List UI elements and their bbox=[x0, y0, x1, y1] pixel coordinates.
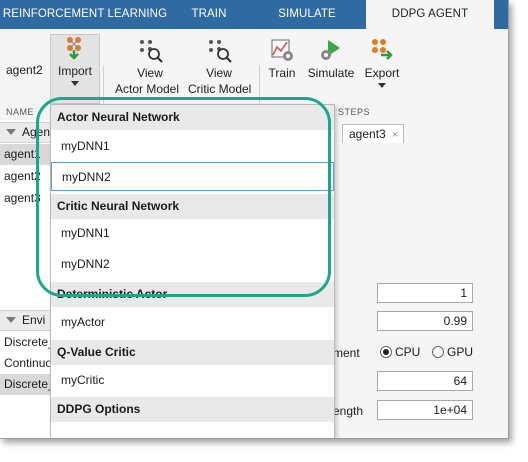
app-window: REINFORCEMENT LEARNING TRAIN SIMULATE DD… bbox=[0, 0, 509, 439]
option-field-2[interactable]: 0.99 bbox=[377, 311, 473, 331]
import-icon bbox=[67, 37, 81, 60]
buffer-length-label: ength bbox=[333, 404, 364, 418]
cpu-radio[interactable] bbox=[380, 346, 392, 358]
cpu-radio-label: CPU bbox=[395, 345, 421, 359]
view-critic-label-line2: Critic Model bbox=[188, 82, 252, 96]
environments-header-label: Envi bbox=[22, 313, 46, 327]
option-field-3[interactable]: 64 bbox=[377, 371, 473, 391]
compute-device-label: ment bbox=[333, 346, 360, 360]
view-actor-label-line1: View bbox=[137, 66, 163, 80]
agent-name-field[interactable]: agent2 bbox=[6, 63, 43, 77]
collapse-triangle-icon[interactable] bbox=[6, 129, 16, 136]
export-button[interactable]: Export bbox=[362, 37, 402, 88]
ribbon-section-steps: STEPS bbox=[338, 107, 371, 117]
import-dropdown-menu: Actor Neural Network myDNN1 myDNN2 Criti… bbox=[50, 104, 335, 438]
view-actor-label-line2: Actor Model bbox=[114, 82, 180, 96]
menu-section-q-value-critic: Q-Value Critic bbox=[51, 340, 334, 365]
option-field-1[interactable]: 1 bbox=[377, 283, 473, 303]
export-dropdown-arrow[interactable] bbox=[378, 83, 386, 88]
menu-section-actor-neural-network: Actor Neural Network bbox=[51, 105, 334, 130]
menu-section-critic-neural-network: Critic Neural Network bbox=[51, 194, 334, 219]
train-button[interactable]: Train bbox=[264, 37, 300, 81]
menu-item-mycritic[interactable]: myCritic bbox=[51, 366, 334, 395]
view-network-icon bbox=[209, 40, 232, 63]
view-network-icon bbox=[140, 40, 163, 63]
menu-item-actor-mydnn2[interactable]: myDNN2 bbox=[51, 162, 334, 191]
simulate-label: Simulate bbox=[307, 66, 355, 80]
simulate-icon bbox=[321, 40, 340, 60]
menu-item-critic-mydnn2[interactable]: myDNN2 bbox=[51, 250, 334, 279]
toolstrip-tab-bar: REINFORCEMENT LEARNING TRAIN SIMULATE DD… bbox=[0, 0, 508, 29]
menu-item-actor-mydnn1[interactable]: myDNN1 bbox=[51, 132, 334, 161]
import-label: Import bbox=[57, 64, 92, 78]
document-tab-label: agent3 bbox=[349, 127, 386, 141]
import-dropdown-arrow[interactable] bbox=[71, 81, 79, 86]
simulate-button[interactable]: Simulate bbox=[304, 37, 358, 81]
menu-item-myactor[interactable]: myActor bbox=[51, 308, 334, 337]
view-critic-label-line1: View bbox=[206, 66, 232, 80]
option-field-4[interactable]: 1e+04 bbox=[377, 400, 473, 420]
tab-train[interactable]: TRAIN bbox=[170, 0, 248, 29]
tab-reinforcement-learning[interactable]: REINFORCEMENT LEARNING bbox=[0, 0, 170, 29]
document-tab-agent3[interactable]: agent3 × bbox=[342, 124, 404, 143]
gpu-radio[interactable] bbox=[432, 346, 444, 358]
menu-item-critic-mydnn1[interactable]: myDNN1 bbox=[51, 219, 334, 248]
train-label: Train bbox=[268, 66, 296, 80]
collapse-triangle-icon[interactable] bbox=[6, 317, 16, 324]
import-button[interactable]: Import bbox=[50, 34, 100, 104]
train-icon bbox=[271, 39, 293, 61]
ribbon-section-name: NAME bbox=[6, 107, 35, 117]
close-icon[interactable]: × bbox=[392, 129, 398, 141]
tab-simulate[interactable]: SIMULATE bbox=[248, 0, 366, 29]
menu-section-deterministic-actor: Deterministic Actor bbox=[51, 282, 334, 307]
menu-section-ddpg-options: DDPG Options bbox=[51, 397, 334, 422]
agents-header-label: Agen bbox=[22, 125, 51, 139]
export-label: Export bbox=[364, 66, 400, 80]
gpu-radio-label: GPU bbox=[447, 345, 474, 359]
tab-ddpg-agent[interactable]: DDPG AGENT bbox=[366, 0, 494, 29]
view-critic-model-button[interactable]: View Critic Model bbox=[188, 37, 252, 97]
export-icon bbox=[372, 39, 393, 60]
view-actor-model-button[interactable]: View Actor Model bbox=[115, 37, 180, 97]
